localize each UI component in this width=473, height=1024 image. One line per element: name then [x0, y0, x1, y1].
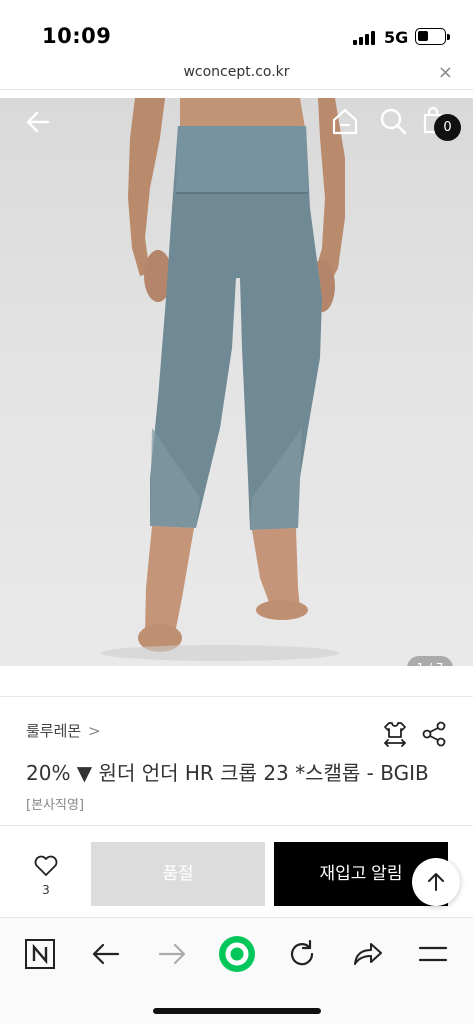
home-indicator — [153, 1008, 321, 1014]
home-icon[interactable] — [330, 106, 360, 136]
like-count: 3 — [42, 883, 50, 897]
naver-n-icon[interactable] — [18, 932, 62, 976]
divider — [0, 825, 473, 826]
heart-icon[interactable] — [33, 854, 59, 878]
browser-forward-icon[interactable] — [150, 932, 194, 976]
like-button[interactable]: 3 — [24, 852, 68, 900]
share-icon[interactable] — [420, 720, 448, 748]
scroll-top-button[interactable] — [412, 858, 460, 906]
search-icon[interactable] — [378, 106, 408, 136]
product-image[interactable]: 0 1 / 7 — [0, 98, 473, 666]
menu-icon[interactable] — [411, 932, 455, 976]
url-bar[interactable]: wconcept.co.kr × — [0, 58, 473, 90]
product-photo — [100, 98, 345, 661]
chevron-right-icon: > — [87, 722, 101, 740]
reload-icon[interactable] — [280, 932, 324, 976]
back-arrow-icon[interactable] — [22, 106, 54, 138]
url-text[interactable]: wconcept.co.kr — [0, 64, 473, 80]
soldout-button[interactable]: 품절 — [91, 842, 265, 906]
status-bar: 10:09 5G — [0, 0, 473, 58]
signal-icon — [353, 31, 377, 45]
brand-name[interactable]: 룰루레몬 — [26, 722, 81, 740]
size-guide-icon[interactable] — [381, 720, 409, 748]
product-tag: [본사직영] — [26, 798, 84, 813]
battery-icon — [415, 28, 450, 45]
browser-back-icon[interactable] — [84, 932, 128, 976]
status-time: 10:09 — [42, 24, 112, 48]
product-title: 20% ▼ 원더 언더 HR 크롭 23 *스캘롭 - BGIB — [26, 761, 429, 785]
cart-count-badge[interactable]: 0 — [434, 114, 461, 141]
close-icon[interactable]: × — [438, 62, 453, 83]
arrow-up-icon — [428, 873, 444, 891]
brand-link[interactable]: 룰루레몬 > — [26, 720, 101, 741]
green-dot-icon[interactable] — [215, 932, 259, 976]
share-arrow-icon[interactable] — [346, 932, 390, 976]
network-label: 5G — [384, 28, 409, 47]
image-counter: 1 / 7 — [407, 656, 453, 666]
divider — [0, 696, 473, 697]
